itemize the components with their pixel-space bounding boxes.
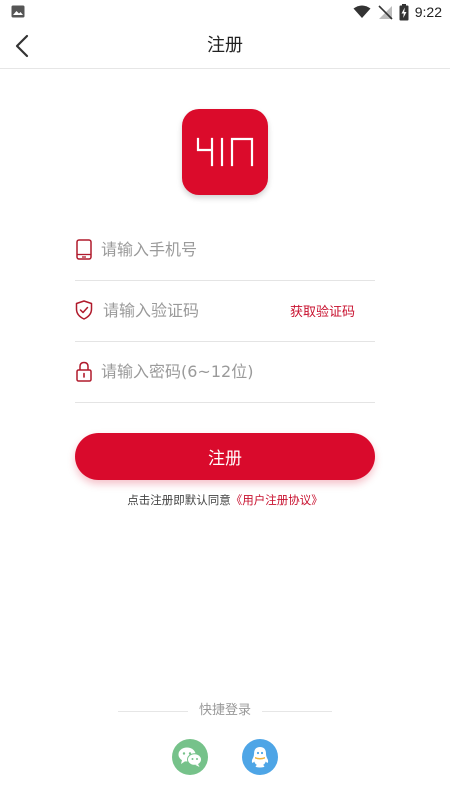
qq-icon	[251, 747, 269, 768]
quick-login-label: 快捷登录	[198, 703, 251, 718]
phone-input[interactable]	[101, 234, 301, 264]
no-signal-icon	[378, 5, 393, 20]
lock-icon	[75, 360, 93, 382]
qq-login-button[interactable]	[242, 739, 278, 775]
shield-icon	[75, 299, 93, 321]
battery-charging-icon	[399, 3, 409, 20]
code-field: 获取验证码	[75, 281, 375, 342]
register-button[interactable]: 注册	[75, 433, 375, 480]
title-bar: 注册	[0, 24, 450, 69]
image-icon	[11, 5, 25, 18]
status-time: 9:22	[414, 4, 442, 20]
yin-logo-mark	[196, 137, 254, 167]
agreement-text: 点击注册即默认同意《用户注册协议》	[0, 492, 450, 508]
phone-icon	[75, 238, 93, 260]
app-logo	[182, 109, 268, 195]
divider-right	[262, 711, 332, 712]
agreement-prefix: 点击注册即默认同意	[127, 493, 231, 507]
page-title: 注册	[207, 35, 243, 56]
wifi-icon	[353, 5, 371, 18]
wechat-login-button[interactable]	[172, 739, 208, 775]
password-field	[75, 342, 375, 403]
wechat-icon	[178, 747, 202, 767]
password-input[interactable]	[101, 356, 301, 386]
agreement-link[interactable]: 《用户注册协议》	[231, 493, 323, 507]
get-code-button[interactable]: 获取验证码	[290, 301, 355, 320]
quick-login: 快捷登录	[0, 702, 450, 722]
phone-field	[75, 220, 375, 281]
status-icons: 9:22	[353, 3, 442, 21]
status-bar: 9:22	[0, 0, 450, 24]
code-input[interactable]	[103, 295, 303, 325]
